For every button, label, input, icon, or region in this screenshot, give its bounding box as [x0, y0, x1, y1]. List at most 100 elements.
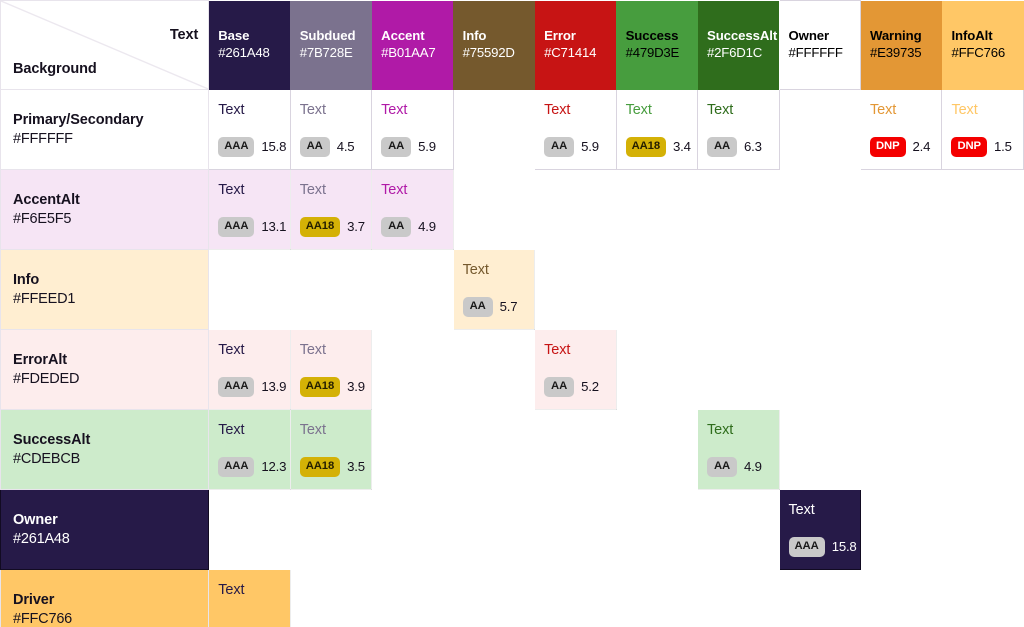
contrast-cell-empty: [371, 409, 454, 490]
sample-text: Text: [544, 342, 571, 358]
contrast-cell-empty: [697, 249, 779, 330]
contrast-cell-empty: [941, 169, 1024, 250]
contrast-ratio-value: 6.3: [744, 139, 762, 155]
column-header-hex: #479D3E: [625, 45, 680, 60]
contrast-cell-empty: [779, 409, 861, 490]
column-header-name: SuccessAlt: [707, 28, 778, 44]
sample-text: Text: [218, 102, 245, 118]
contrast-cell-empty: [290, 569, 372, 627]
contrast-cell-empty: [941, 249, 1024, 330]
contrast-ratio-value: 3.9: [347, 379, 365, 395]
sample-text: Text: [381, 182, 408, 198]
column-header-hex: #261A48: [218, 45, 270, 60]
matrix-row: Info #FFEED1 Text AA 5.7: [0, 249, 1024, 330]
contrast-cell-empty: [779, 329, 861, 410]
contrast-cell-accentalt-base: Text AAA 13.1: [208, 169, 291, 250]
sample-text: Text: [218, 422, 245, 438]
wcag-level-badge: AA: [381, 216, 412, 237]
row-header-erroralt: ErrorAlt #FDEDED: [0, 329, 210, 410]
contrast-ratio-value: 15.8: [831, 539, 857, 555]
contrast-cell-empty: [860, 489, 942, 570]
contrast-score: AA 4.9: [707, 456, 762, 477]
wcag-level-badge: AAA: [218, 136, 255, 157]
contrast-cell-successalt-subdued: Text AA18 3.5: [289, 409, 373, 490]
contrast-cell-empty: [697, 569, 779, 627]
matrix-corner-cell: Text Background: [0, 0, 210, 90]
column-header-infoalt: InfoAlt #FFC766: [941, 0, 1024, 90]
contrast-ratio-value: 15.8: [261, 139, 287, 155]
contrast-score: AAA 12.3: [218, 456, 286, 477]
contrast-cell-erroralt-subdued: Text AA18 3.9: [289, 329, 373, 410]
contrast-cell-empty: [534, 169, 617, 250]
wcag-level-badge: AAA: [218, 216, 255, 237]
contrast-cell-empty: [290, 249, 372, 330]
contrast-cell-empty: [860, 169, 942, 250]
contrast-cell-empty: [941, 569, 1024, 627]
column-header-hex: #FFC766: [951, 45, 1006, 60]
contrast-cell-empty: [860, 329, 942, 410]
column-header-name: Error: [544, 28, 576, 44]
contrast-cell-erroralt-base: Text AAA 13.9: [208, 329, 291, 410]
wcag-level-badge: AAA: [218, 456, 255, 477]
wcag-level-badge: AA: [462, 296, 493, 317]
wcag-level-badge: DNP: [951, 136, 987, 157]
contrast-cell-info-info: Text AA 5.7: [452, 249, 536, 330]
contrast-cell-empty: [779, 169, 861, 250]
sample-text: Text: [218, 182, 245, 198]
contrast-cell-empty: [779, 249, 861, 330]
column-header-info: Info #75592D: [453, 0, 535, 90]
row-header-hex: #CDEBCB: [13, 450, 81, 467]
contrast-cell-empty: [941, 409, 1024, 490]
contrast-ratio-value: 5.7: [499, 299, 518, 315]
column-header-hex: #FFFFFF: [788, 45, 843, 60]
column-header-hex: #2F6D1C: [707, 45, 763, 60]
contrast-cell-empty: [453, 569, 535, 627]
column-header-accent: Accent #B01AA7: [371, 0, 454, 90]
contrast-score: AAA 13.9: [218, 376, 286, 397]
row-header-info: Info #FFEED1: [0, 249, 210, 330]
sample-text: Text: [218, 342, 245, 358]
wcag-level-badge: AA: [544, 376, 575, 397]
contrast-ratio-value: 3.4: [673, 139, 691, 155]
sample-text: Text: [299, 422, 326, 438]
contrast-score: AAA 15.8: [788, 536, 857, 557]
contrast-cell-empty: [616, 409, 698, 490]
contrast-cell-empty: [860, 569, 942, 627]
contrast-cell-empty: [453, 489, 535, 570]
contrast-score: AA 4.5: [299, 136, 355, 157]
row-header-primary-secondary: Primary/Secondary #FFFFFF: [0, 89, 210, 170]
contrast-score: AA 4.9: [381, 216, 436, 237]
contrast-cell-successalt-successalt: Text AA 4.9: [697, 409, 780, 490]
contrast-cell-empty: [534, 249, 617, 330]
sample-text: Text: [869, 102, 897, 118]
contrast-cell-empty: [453, 329, 535, 410]
contrast-cell-empty: [208, 489, 291, 570]
contrast-cell-empty: [616, 169, 698, 250]
contrast-cell-empty: [697, 169, 779, 250]
contrast-cell-empty: [616, 329, 698, 410]
column-header-name: Accent: [381, 28, 425, 44]
row-header-hex: #FFFFFF: [13, 130, 73, 147]
corner-text-label: Text: [169, 27, 199, 43]
contrast-cell-empty: [371, 489, 454, 570]
contrast-score: AA18 3.5: [299, 456, 365, 477]
contrast-ratio-value: 3.7: [347, 219, 365, 235]
row-header-name: Driver: [13, 591, 55, 608]
contrast-cell-primary-secondary-base: Text AAA 15.8: [208, 89, 291, 170]
column-header-subdued: Subdued #7B728E: [290, 0, 372, 90]
row-header-name: SuccessAlt: [13, 431, 91, 448]
contrast-cell-empty: [779, 569, 861, 627]
contrast-ratio-value: 1.5: [994, 139, 1012, 155]
contrast-score: AA18 3.9: [299, 376, 365, 397]
sample-text: Text: [299, 182, 326, 198]
contrast-cell-empty: [534, 409, 617, 490]
contrast-score: AA 5.7: [462, 296, 518, 317]
column-header-warning: Warning #E39735: [860, 0, 942, 90]
contrast-score: AA18 3.7: [299, 216, 365, 237]
contrast-cell-primary-secondary-infoalt: Text DNP 1.5: [941, 89, 1024, 170]
wcag-level-badge: AAA: [788, 536, 825, 557]
contrast-cell-empty: [616, 569, 698, 627]
column-header-hex: #C71414: [544, 45, 597, 60]
wcag-level-badge: AA18: [299, 456, 341, 477]
column-header-base: Base #261A48: [208, 0, 291, 90]
